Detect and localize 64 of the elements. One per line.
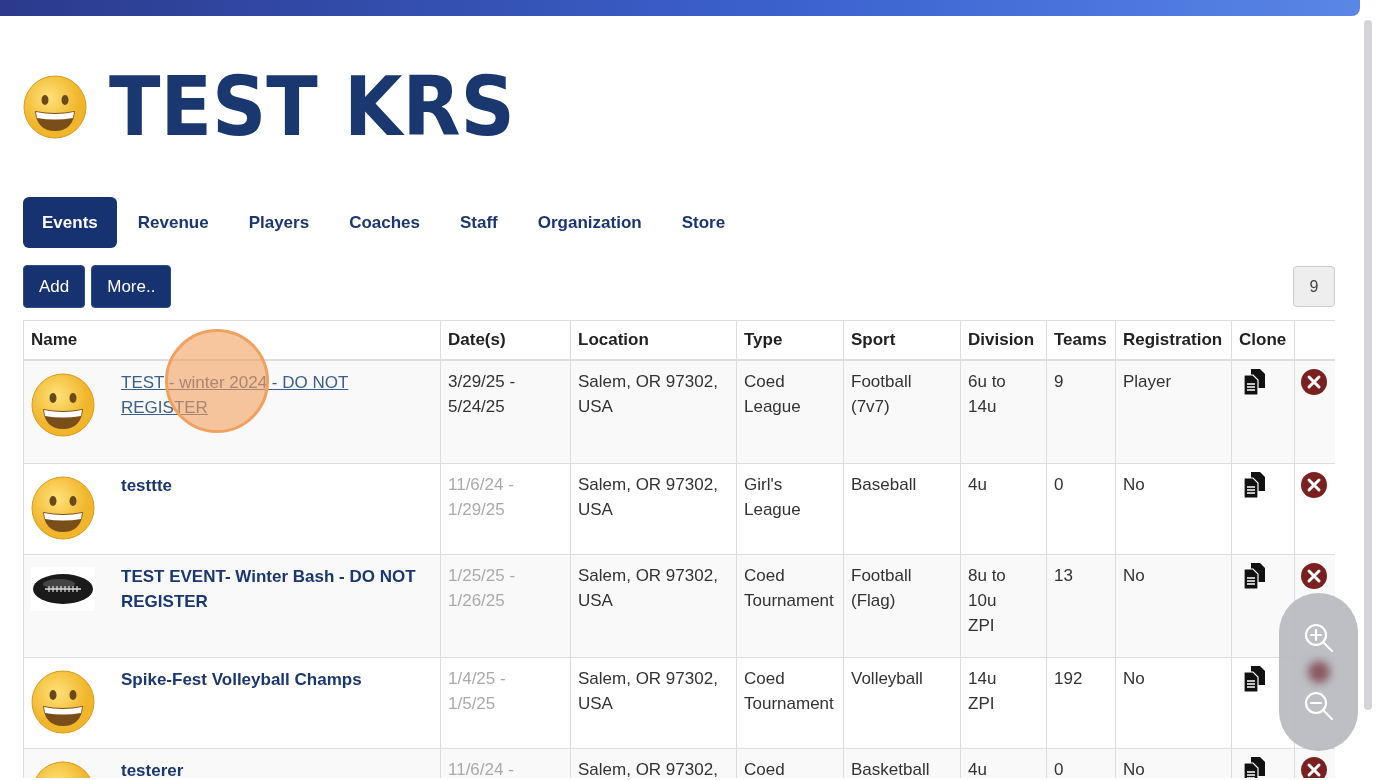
division-cell: 4u xyxy=(968,474,987,494)
registration-cell: No xyxy=(1123,565,1145,585)
smiley-icon xyxy=(31,373,95,437)
sport-cell: Basketball xyxy=(851,759,930,778)
sport-cell: Football (7v7) xyxy=(851,372,912,416)
smiley-icon xyxy=(31,669,95,734)
teams-cell: 0 xyxy=(1054,759,1064,778)
more-button[interactable]: More.. xyxy=(91,265,172,308)
sport-cell: Volleyball xyxy=(851,668,923,688)
type-cell: Girl's League xyxy=(744,474,801,519)
copy-icon[interactable] xyxy=(1244,562,1266,589)
count-badge: 9 xyxy=(1293,266,1335,307)
smiley-icon xyxy=(23,74,87,139)
copy-icon[interactable] xyxy=(1244,665,1266,692)
date-cell: 1/4/25 - 1/5/25 xyxy=(448,668,506,713)
delete-icon[interactable] xyxy=(1301,471,1327,498)
registration-cell: No xyxy=(1123,668,1145,688)
location-cell: Salem, OR 97302, USA xyxy=(578,565,718,610)
division-cell: 4u xyxy=(968,759,987,778)
copy-icon[interactable] xyxy=(1244,471,1266,498)
type-cell: Coed xyxy=(744,759,785,778)
type-cell: Coed Tournament xyxy=(744,668,834,713)
smiley-icon xyxy=(31,475,95,540)
scrollbar[interactable] xyxy=(1364,20,1372,710)
delete-icon[interactable] xyxy=(1301,369,1327,395)
type-cell: Coed League xyxy=(744,372,801,416)
location-cell: Salem, OR 97302, xyxy=(578,759,718,778)
location-cell: Salem, OR 97302, USA xyxy=(578,668,718,713)
delete-icon[interactable] xyxy=(1301,756,1327,778)
teams-cell: 9 xyxy=(1054,372,1064,391)
event-link[interactable]: testtte xyxy=(121,471,172,498)
tab[interactable]: Revenue xyxy=(118,197,228,248)
teams-cell: 192 xyxy=(1054,668,1083,688)
registration-cell: No xyxy=(1123,474,1145,494)
copy-icon[interactable] xyxy=(1244,756,1266,778)
tab[interactable]: Staff xyxy=(441,197,517,248)
division-cell: 6u to 14u xyxy=(968,372,1006,416)
tab[interactable]: Store xyxy=(662,197,745,248)
division-cell: 14u ZPI xyxy=(968,668,997,713)
event-link[interactable]: testerer xyxy=(121,756,184,778)
event-link[interactable]: Spike-Fest Volleyball Champs xyxy=(121,665,362,692)
delete-icon[interactable] xyxy=(1301,562,1327,589)
location-cell: Salem, OR 97302, USA xyxy=(578,372,718,416)
date-cell: 11/6/24 - xyxy=(448,759,514,778)
location-cell: Salem, OR 97302, USA xyxy=(578,474,718,519)
tab[interactable]: Events xyxy=(23,197,117,248)
zoom-level-indicator xyxy=(1307,661,1330,683)
teams-cell: 13 xyxy=(1054,565,1073,585)
date-cell: 11/6/24 - 1/29/25 xyxy=(448,474,514,519)
type-cell: Coed Tournament xyxy=(744,565,834,610)
date-cell: 3/29/25 - 5/24/25 xyxy=(448,372,516,416)
teams-cell: 0 xyxy=(1054,474,1064,494)
add-button[interactable]: Add xyxy=(23,265,86,308)
tab[interactable]: Organization xyxy=(518,197,661,248)
tab[interactable]: Coaches xyxy=(330,197,439,248)
registration-cell: No xyxy=(1123,759,1145,778)
sport-cell: Football (Flag) xyxy=(851,565,912,610)
registration-cell: Player xyxy=(1123,372,1172,391)
copy-icon[interactable] xyxy=(1244,369,1266,395)
division-cell: 8u to 10u ZPI xyxy=(968,565,1006,635)
tab[interactable]: Players xyxy=(229,197,329,248)
sport-cell: Baseball xyxy=(851,474,917,494)
page-title: TEST KRS xyxy=(109,59,515,154)
date-cell: 1/25/25 - 1/26/25 xyxy=(448,565,516,610)
